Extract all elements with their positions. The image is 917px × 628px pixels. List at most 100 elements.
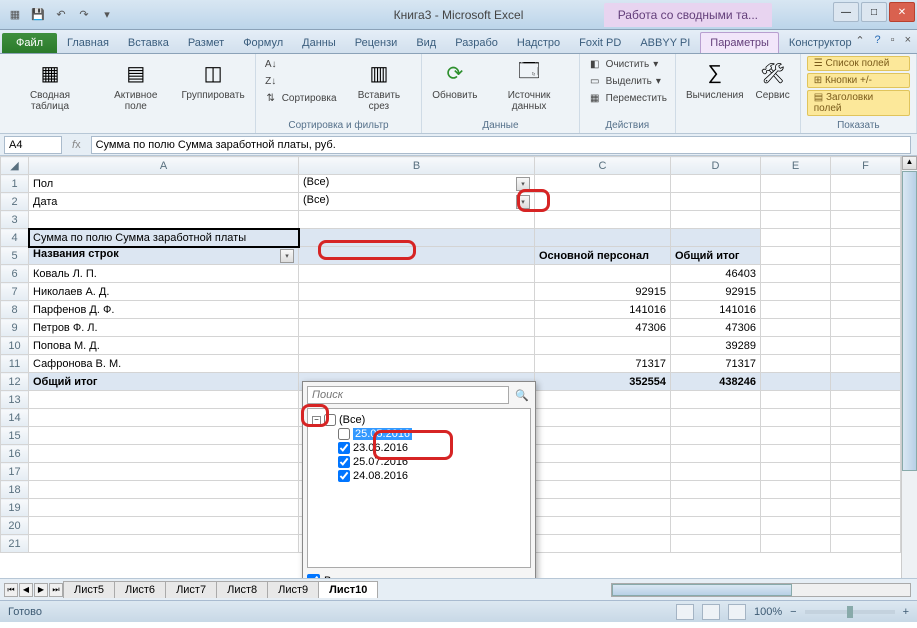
zoom-level[interactable]: 100% [754,606,782,618]
row-header-9[interactable]: 9 [1,319,29,337]
cell-A1[interactable]: Пол [29,175,299,193]
cell-A10[interactable]: Попова М. Д. [29,337,299,355]
sheet-tab-5[interactable]: Лист5 [63,581,115,598]
field-headers-toggle[interactable]: ▤ Заголовки полей [807,90,910,116]
cell-A6[interactable]: Коваль Л. П. [29,265,299,283]
cell-D10[interactable]: 39289 [671,337,761,355]
row-header-6[interactable]: 6 [1,265,29,283]
tab-review[interactable]: Рецензи [346,33,407,53]
qat-dropdown-icon[interactable]: ▾ [98,6,116,24]
group-button[interactable]: ◫Группировать [178,56,249,103]
tab-nav-first[interactable]: ⏮ [4,583,18,597]
refresh-button[interactable]: ⟳Обновить [428,56,481,103]
cell-C7[interactable]: 92915 [535,283,671,301]
cell-B2[interactable]: (Все)▾ [299,193,535,211]
row-header-5[interactable]: 5 [1,247,29,265]
sheet-tab-9[interactable]: Лист9 [267,581,319,598]
cell-D12[interactable]: 438246 [671,373,761,391]
tab-data[interactable]: Данны [293,33,345,53]
calculations-button[interactable]: ∑Вычисления [682,56,748,103]
cell-C8[interactable]: 141016 [535,301,671,319]
zoom-out-button[interactable]: − [790,606,796,618]
filter-item-date-3[interactable]: 24.08.2016 [312,469,526,483]
row-header-11[interactable]: 11 [1,355,29,373]
row-header-4[interactable]: 4 [1,229,29,247]
cell-A8[interactable]: Парфенов Д. Ф. [29,301,299,319]
row-labels-dropdown[interactable]: ▾ [280,249,294,263]
zoom-slider[interactable] [805,610,895,614]
cell-D7[interactable]: 92915 [671,283,761,301]
cell-D11[interactable]: 71317 [671,355,761,373]
filter-item-date-2[interactable]: 25.07.2016 [312,455,526,469]
row-header-2[interactable]: 2 [1,193,29,211]
cell-C9[interactable]: 47306 [535,319,671,337]
filter-dropdown-pol[interactable]: ▾ [516,177,530,191]
cell-A12[interactable]: Общий итог [29,373,299,391]
select-button[interactable]: ▭Выделить ▾ [586,73,669,89]
sheet-tab-8[interactable]: Лист8 [216,581,268,598]
col-header-A[interactable]: A [29,157,299,175]
sheet-tab-10[interactable]: Лист10 [318,581,378,598]
row-header-3[interactable]: 3 [1,211,29,229]
tab-nav-prev[interactable]: ◀ [19,583,33,597]
plus-minus-toggle[interactable]: ⊞ Кнопки +/- [807,73,910,88]
filter-item-date-0[interactable]: 25.05.2016 [312,427,526,441]
row-header-10[interactable]: 10 [1,337,29,355]
active-field-button[interactable]: ▤Активное поле [98,56,173,114]
tab-addins[interactable]: Надстро [508,33,569,53]
cell-D8[interactable]: 141016 [671,301,761,319]
help-icon[interactable]: ? [875,34,881,47]
tab-layout[interactable]: Размет [179,33,233,53]
cell-C12[interactable]: 352554 [535,373,671,391]
row-header-1[interactable]: 1 [1,175,29,193]
tab-abbyy[interactable]: ABBYY PI [631,33,699,53]
sheet-tab-6[interactable]: Лист6 [114,581,166,598]
cell-C5[interactable]: Основной персонал [535,247,671,265]
workbook-close-icon[interactable]: × [905,34,911,47]
tab-pivot-design[interactable]: Конструктор [780,33,861,53]
field-list-toggle[interactable]: ☰ Список полей [807,56,910,71]
cell-C11[interactable]: 71317 [535,355,671,373]
col-header-C[interactable]: C [535,157,671,175]
cell-A5[interactable]: Названия строк▾ [29,247,299,265]
scroll-up-icon[interactable]: ▲ [902,156,917,170]
data-source-button[interactable]: 🗔Источник данных [486,56,573,114]
insert-slicer-button[interactable]: ▥Вставить срез [343,56,416,114]
tab-nav-next[interactable]: ▶ [34,583,48,597]
minimize-button[interactable]: — [833,2,859,22]
move-button[interactable]: ▦Переместить [586,90,669,106]
clear-button[interactable]: ◧Очистить ▾ [586,56,669,72]
zoom-in-button[interactable]: + [903,606,909,618]
tab-foxit[interactable]: Foxit PD [570,33,630,53]
save-icon[interactable]: 💾 [29,6,47,24]
cell-A2[interactable]: Дата [29,193,299,211]
page-layout-view-button[interactable] [702,604,720,620]
undo-icon[interactable]: ↶ [52,6,70,24]
tab-insert[interactable]: Вставка [119,33,178,53]
cell-A4[interactable]: Сумма по полю Сумма заработной платы [29,229,299,247]
sheet-tab-7[interactable]: Лист7 [165,581,217,598]
tab-view[interactable]: Вид [407,33,445,53]
hscroll-thumb[interactable] [612,584,792,596]
scroll-thumb[interactable] [902,171,917,471]
col-header-F[interactable]: F [831,157,901,175]
cell-A9[interactable]: Петров Ф. Л. [29,319,299,337]
filter-item-date-1[interactable]: 23.06.2016 [312,441,526,455]
multiselect-row[interactable]: Выделить несколько элементов [303,568,535,578]
col-header-D[interactable]: D [671,157,761,175]
redo-icon[interactable]: ↷ [75,6,93,24]
tools-button[interactable]: 🛠Сервис [752,56,794,103]
row-header-8[interactable]: 8 [1,301,29,319]
cell-D9[interactable]: 47306 [671,319,761,337]
sort-asc-button[interactable]: A↓ [262,56,339,72]
pivot-table-button[interactable]: ▦Сводная таблица [6,56,94,114]
close-button[interactable]: ✕ [889,2,915,22]
row-header-12[interactable]: 12 [1,373,29,391]
minimize-ribbon-icon[interactable]: ⌃ [855,34,864,47]
sort-button[interactable]: ⇅Сортировка [262,90,339,106]
col-header-E[interactable]: E [761,157,831,175]
tab-formulas[interactable]: Формул [234,33,292,53]
horizontal-scrollbar[interactable] [611,583,911,597]
vertical-scrollbar[interactable]: ▲ [901,156,917,578]
tab-home[interactable]: Главная [58,33,118,53]
